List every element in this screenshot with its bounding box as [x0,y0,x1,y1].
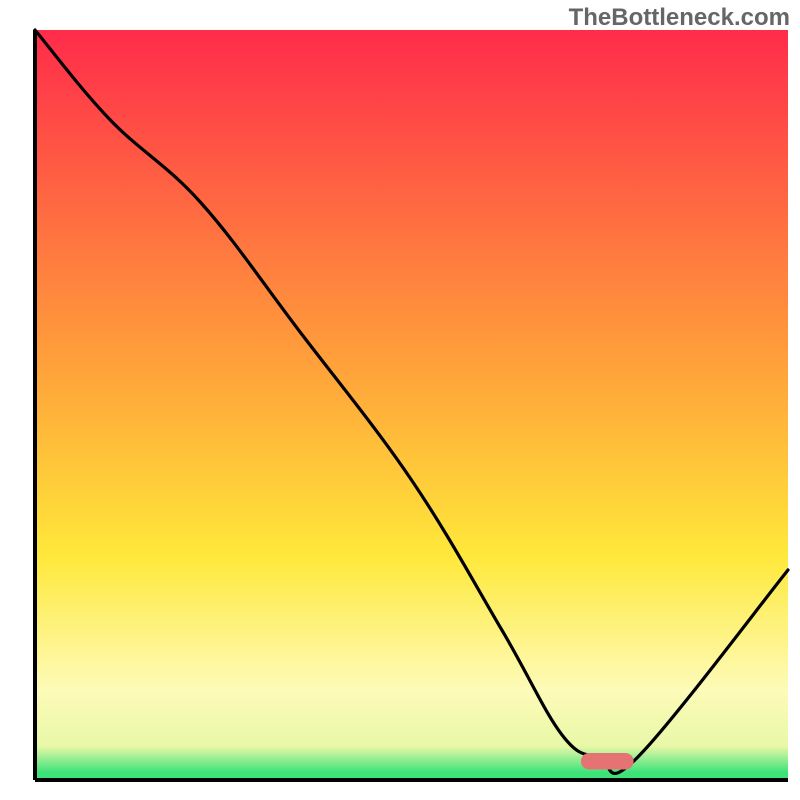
gradient-background [35,30,788,780]
watermark-text: TheBottleneck.com [569,4,790,32]
optimal-range-marker [581,753,634,770]
bottleneck-chart [0,0,800,800]
chart-container: TheBottleneck.com [0,0,800,800]
